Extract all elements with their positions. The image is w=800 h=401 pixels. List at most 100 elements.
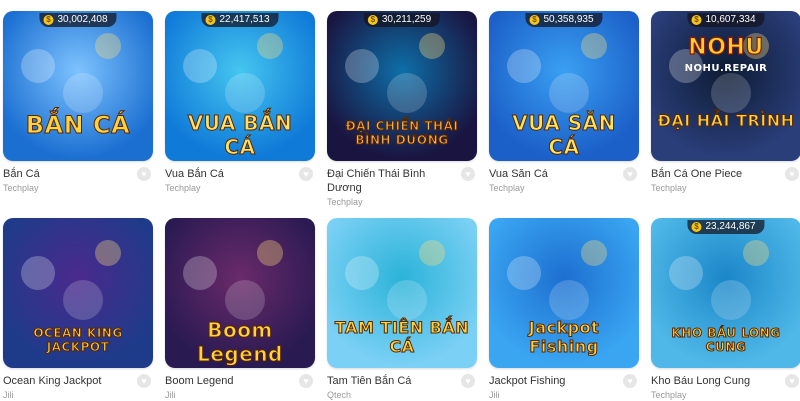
artwork-decoration bbox=[669, 256, 703, 290]
game-thumbnail[interactable]: NOHU NOHU.REPAIR ĐẠI HẢI TRÌNH $10,607,334 bbox=[651, 11, 800, 161]
artwork-decoration bbox=[183, 256, 217, 290]
game-card[interactable]: Boom Legend Boom Legend Jili ♥ bbox=[165, 218, 315, 401]
game-title[interactable]: Kho Báu Long Cung bbox=[651, 374, 800, 388]
game-provider: Qtech bbox=[327, 390, 352, 400]
game-meta: Boom Legend Jili ♥ bbox=[165, 368, 315, 401]
game-provider: Techplay bbox=[165, 183, 201, 193]
artwork-decoration bbox=[183, 49, 217, 83]
artwork-decoration bbox=[225, 73, 265, 113]
game-card[interactable]: TAM TIÊN BẮN CÁ Tam Tiên Bắn Cá Qtech ♥ bbox=[327, 218, 477, 401]
game-provider: Jili bbox=[3, 390, 14, 400]
heart-icon[interactable]: ♥ bbox=[785, 374, 799, 388]
jackpot-badge: $10,607,334 bbox=[687, 13, 765, 27]
game-logo: VUA SĂN CÁ bbox=[512, 111, 616, 160]
game-thumbnail[interactable]: TAM TIÊN BẮN CÁ bbox=[327, 218, 477, 368]
game-title[interactable]: Bắn Cá bbox=[3, 167, 153, 181]
heart-icon[interactable]: ♥ bbox=[299, 167, 313, 181]
game-thumbnail[interactable]: VUA SĂN CÁ $50,358,935 bbox=[489, 11, 639, 161]
game-title[interactable]: Jackpot Fishing bbox=[489, 374, 639, 388]
game-title[interactable]: Ocean King Jackpot bbox=[3, 374, 153, 388]
game-thumbnail[interactable]: VUA BẮN CÁ $22,417,513 bbox=[165, 11, 315, 161]
game-thumbnail[interactable]: Boom Legend bbox=[165, 218, 315, 368]
game-card[interactable]: KHO BÁU LONG CUNG $23,244,867 Kho Báu Long… bbox=[651, 218, 800, 401]
game-logo: ĐẠI CHIẾN THÁI BÌNH DƯƠNG bbox=[345, 119, 459, 148]
artwork-decoration bbox=[63, 280, 103, 320]
heart-icon[interactable]: ♥ bbox=[623, 167, 637, 181]
game-logo: ĐẠI HẢI TRÌNH bbox=[657, 111, 795, 131]
game-thumbnail[interactable]: ĐẠI CHIẾN THÁI BÌNH DƯƠNG $30,211,259 bbox=[327, 11, 477, 161]
game-card[interactable]: ĐẠI CHIẾN THÁI BÌNH DƯƠNG $30,211,259 Đại … bbox=[327, 11, 477, 208]
game-logo: VUA BẮN CÁ bbox=[187, 111, 293, 160]
artwork-decoration bbox=[345, 49, 379, 83]
game-thumbnail[interactable]: Jackpot Fishing bbox=[489, 218, 639, 368]
jackpot-badge: $50,358,935 bbox=[525, 13, 603, 27]
game-meta: Vua Bắn Cá Techplay ♥ bbox=[165, 161, 315, 194]
game-logo: KHO BÁU LONG CUNG bbox=[671, 326, 781, 355]
game-provider: Jili bbox=[489, 390, 500, 400]
artwork-decoration bbox=[581, 33, 607, 59]
game-title[interactable]: Bắn Cá One Piece bbox=[651, 167, 800, 181]
game-thumbnail[interactable]: BẮN CÁ $30,002,408 bbox=[3, 11, 153, 161]
game-title[interactable]: Đại Chiến Thái Bình Dương bbox=[327, 167, 477, 195]
jackpot-value: 30,002,408 bbox=[57, 14, 108, 25]
artwork-decoration bbox=[21, 256, 55, 290]
heart-icon[interactable]: ♥ bbox=[137, 374, 151, 388]
artwork-decoration bbox=[581, 240, 607, 266]
coin-icon: $ bbox=[367, 15, 378, 25]
game-meta: Vua Săn Cá Techplay ♥ bbox=[489, 161, 639, 194]
game-card[interactable]: NOHU NOHU.REPAIR ĐẠI HẢI TRÌNH $10,607,334 B… bbox=[651, 11, 800, 194]
jackpot-value: 10,607,334 bbox=[705, 14, 756, 25]
artwork-decoration bbox=[95, 33, 121, 59]
game-logo: TAM TIÊN BẮN CÁ bbox=[334, 318, 470, 357]
game-meta: Đại Chiến Thái Bình Dương Techplay ♥ bbox=[327, 161, 477, 208]
game-card[interactable]: VUA BẮN CÁ $22,417,513 Vua Bắn Cá Techplay ♥ bbox=[165, 11, 315, 194]
artwork-decoration bbox=[345, 256, 379, 290]
game-title[interactable]: Tam Tiên Bắn Cá bbox=[327, 374, 477, 388]
heart-icon[interactable]: ♥ bbox=[299, 374, 313, 388]
game-title[interactable]: Boom Legend bbox=[165, 374, 315, 388]
heart-icon[interactable]: ♥ bbox=[461, 374, 475, 388]
artwork-decoration bbox=[95, 240, 121, 266]
game-card[interactable]: Jackpot Fishing Jackpot Fishing Jili ♥ bbox=[489, 218, 639, 401]
heart-icon[interactable]: ♥ bbox=[623, 374, 637, 388]
heart-icon[interactable]: ♥ bbox=[461, 167, 475, 181]
brand-sub: NOHU.REPAIR bbox=[684, 63, 768, 74]
artwork-decoration bbox=[257, 240, 283, 266]
artwork-decoration bbox=[21, 49, 55, 83]
jackpot-badge: $22,417,513 bbox=[201, 13, 279, 27]
artwork-decoration bbox=[711, 280, 751, 320]
artwork-decoration bbox=[743, 240, 769, 266]
game-title[interactable]: Vua Săn Cá bbox=[489, 167, 639, 181]
artwork-decoration bbox=[549, 73, 589, 113]
game-provider: Jili bbox=[165, 390, 176, 400]
brand-logo: NOHU bbox=[688, 34, 764, 60]
artwork-decoration bbox=[387, 73, 427, 113]
artwork-decoration bbox=[507, 49, 541, 83]
game-card[interactable]: VUA SĂN CÁ $50,358,935 Vua Săn Cá Techplay ♥ bbox=[489, 11, 639, 194]
jackpot-badge: $30,002,408 bbox=[39, 13, 117, 27]
game-title[interactable]: Vua Bắn Cá bbox=[165, 167, 315, 181]
artwork-decoration bbox=[419, 240, 445, 266]
game-provider: Techplay bbox=[651, 183, 687, 193]
game-card[interactable]: BẮN CÁ $30,002,408 Bắn Cá Techplay ♥ bbox=[3, 11, 153, 194]
artwork-decoration bbox=[257, 33, 283, 59]
jackpot-value: 30,211,259 bbox=[381, 14, 432, 25]
jackpot-value: 50,358,935 bbox=[543, 14, 594, 25]
game-thumbnail[interactable]: OCEAN KING JACKPOT bbox=[3, 218, 153, 368]
game-meta: Tam Tiên Bắn Cá Qtech ♥ bbox=[327, 368, 477, 401]
coin-icon: $ bbox=[691, 15, 702, 25]
game-provider: Techplay bbox=[327, 197, 363, 207]
coin-icon: $ bbox=[43, 15, 54, 25]
heart-icon[interactable]: ♥ bbox=[137, 167, 151, 181]
coin-icon: $ bbox=[205, 15, 216, 25]
game-card[interactable]: OCEAN KING JACKPOT Ocean King Jackpot Jili… bbox=[3, 218, 153, 401]
heart-icon[interactable]: ♥ bbox=[785, 167, 799, 181]
game-logo: BẮN CÁ bbox=[25, 111, 131, 140]
game-meta: Kho Báu Long Cung Techplay ♥ bbox=[651, 368, 800, 401]
game-provider: Techplay bbox=[489, 183, 525, 193]
game-thumbnail[interactable]: KHO BÁU LONG CUNG $23,244,867 bbox=[651, 218, 800, 368]
game-meta: Bắn Cá One Piece Techplay ♥ bbox=[651, 161, 800, 194]
game-meta: Bắn Cá Techplay ♥ bbox=[3, 161, 153, 194]
game-meta: Ocean King Jackpot Jili ♥ bbox=[3, 368, 153, 401]
coin-icon: $ bbox=[529, 15, 540, 25]
